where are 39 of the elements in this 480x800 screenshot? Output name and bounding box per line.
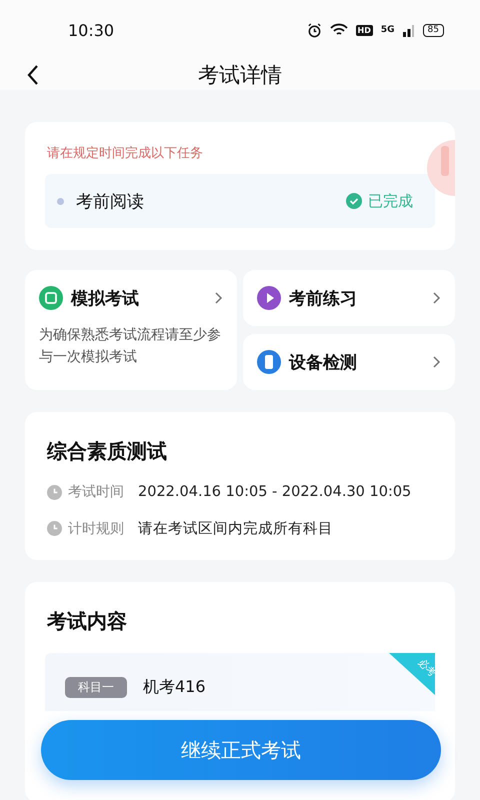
info-label: 考试时间 [68, 483, 124, 501]
subject-tag: 科目一 [65, 677, 127, 698]
shortcut-title: 设备检测 [289, 352, 358, 374]
status-time: 10:30 [68, 20, 114, 40]
battery-level: 85 [422, 24, 444, 36]
clock-icon [47, 484, 62, 500]
task-row[interactable]: 考前阅读 已完成 [45, 174, 435, 228]
chevron-icon [215, 292, 223, 304]
chevron-icon [433, 356, 441, 368]
info-value: 请在考试区间内完成所有科目 [138, 520, 333, 538]
alarm-icon [306, 22, 322, 38]
shortcut-title: 考前练习 [289, 288, 358, 310]
clock-icon [47, 521, 62, 536]
phone-icon [257, 350, 281, 374]
stamp-icon [427, 140, 455, 196]
signal-icon [402, 24, 415, 36]
exam-title: 综合素质测试 [46, 438, 168, 465]
page-title: 考试详情 [198, 62, 282, 89]
info-value: 2022.04.16 10:05 - 2022.04.30 10:05 [138, 484, 412, 500]
shortcut-card[interactable]: 设备检测 [243, 334, 455, 390]
task-status: 已完成 [368, 192, 413, 210]
required-ribbon: 必考 [389, 653, 435, 695]
chevron-icon [433, 292, 441, 304]
shortcut-card[interactable]: 模拟考试 为确保熟悉考试流程请至少参与一次模拟考试 [25, 270, 237, 390]
play-icon [257, 286, 281, 310]
shortcut-title: 模拟考试 [71, 288, 140, 310]
subject-name: 机考416 [143, 677, 206, 698]
task-name: 考前阅读 [76, 190, 145, 212]
start-exam-button[interactable]: 继续正式考试 [41, 720, 441, 780]
info-label: 计时规则 [68, 520, 124, 538]
network-label: 5G [380, 25, 395, 35]
shortcut-description: 为确保熟悉考试流程请至少参与一次模拟考试 [39, 326, 222, 367]
section-title: 考试内容 [46, 608, 128, 635]
wifi-icon [330, 23, 348, 37]
subject-card[interactable]: 科目一 机考416 必考 [45, 653, 435, 711]
shortcut-card[interactable]: 考前练习 [243, 270, 455, 326]
task-notice: 请在规定时间完成以下任务 [47, 145, 203, 162]
hd-badge: HD [356, 24, 373, 36]
bullet-icon [57, 198, 64, 204]
